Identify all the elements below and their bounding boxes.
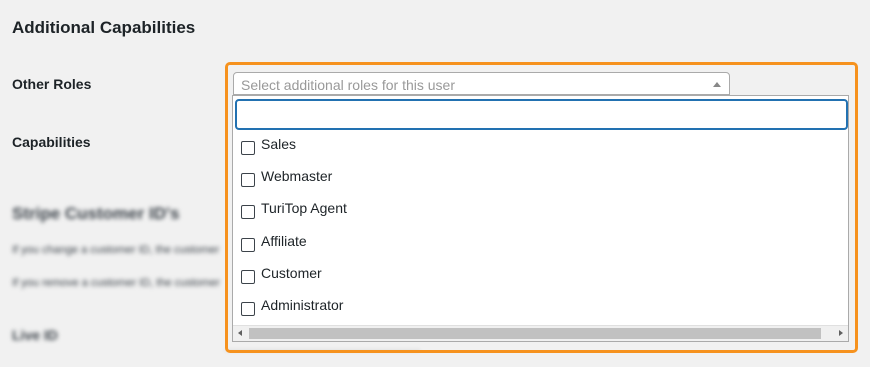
stripe-description-1: If you change a customer ID, the custome… (12, 244, 220, 256)
scroll-right-button[interactable] (833, 326, 848, 341)
role-option-label: TuriTop Agent (261, 200, 347, 216)
role-checkbox[interactable] (241, 302, 255, 316)
roles-dropdown: Sales Webmaster TuriTop Agent Affiliate … (232, 95, 849, 342)
role-option-label: Sales (261, 136, 297, 152)
horizontal-scrollbar[interactable] (233, 325, 848, 341)
stripe-heading: Stripe Customer ID's (12, 204, 180, 223)
role-option-label: Webmaster (261, 168, 333, 184)
role-option-turitop-agent[interactable]: TuriTop Agent (241, 200, 541, 220)
role-option-webmaster[interactable]: Webmaster (241, 168, 541, 188)
triangle-up-icon (713, 82, 721, 87)
live-id-label: Live ID (12, 327, 58, 343)
roles-search-input[interactable] (235, 99, 848, 130)
roles-select-placeholder: Select additional roles for this user (241, 77, 455, 93)
role-checkbox[interactable] (241, 238, 255, 252)
role-option-label: Affiliate (261, 233, 307, 249)
role-option-administrator[interactable]: Administrator (241, 297, 541, 317)
role-option-label: Customer (261, 265, 322, 281)
capabilities-label: Capabilities (12, 134, 91, 150)
role-option-label: Administrator (261, 297, 344, 313)
role-option-affiliate[interactable]: Affiliate (241, 233, 541, 253)
other-roles-label: Other Roles (12, 76, 92, 92)
role-option-sales[interactable]: Sales (241, 136, 541, 156)
section-title: Additional Capabilities (12, 18, 196, 37)
scrollbar-thumb[interactable] (249, 328, 821, 339)
role-option-customer[interactable]: Customer (241, 265, 541, 285)
role-checkbox[interactable] (241, 270, 255, 284)
triangle-left-icon (238, 330, 242, 336)
role-checkbox[interactable] (241, 205, 255, 219)
role-checkbox[interactable] (241, 141, 255, 155)
roles-select[interactable]: Select additional roles for this user (233, 72, 730, 95)
stripe-description-2: If you remove a customer ID, the custome… (12, 277, 220, 289)
scroll-left-button[interactable] (233, 326, 248, 341)
role-checkbox[interactable] (241, 173, 255, 187)
triangle-right-icon (839, 330, 843, 336)
